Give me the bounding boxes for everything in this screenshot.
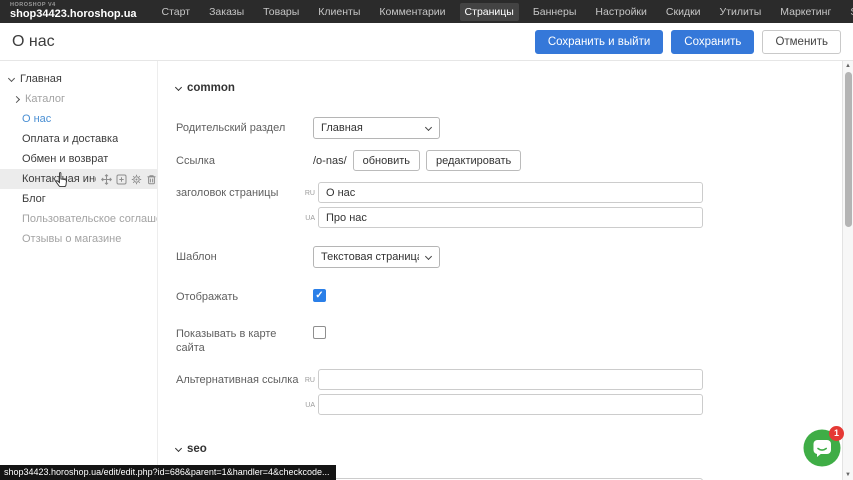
lang-ua-badge: UA <box>304 401 315 409</box>
sidebar-item-oplata[interactable]: Оплата и доставка <box>0 129 157 149</box>
link-refresh-button[interactable]: обновить <box>353 150 420 171</box>
field-page-title: заголовок страницы RU UA <box>176 182 842 232</box>
chevron-down-icon[interactable] <box>8 74 15 81</box>
field-alt-link: Альтернативная ссылка RU UA <box>176 369 842 419</box>
field-link: Ссылка /o-nas/ обновить редактировать <box>176 150 842 171</box>
topbar: HOROSHOP V4 shop34423.horoshop.ua Старт … <box>0 0 853 23</box>
pages-tree-sidebar: Главная Каталог О нас Оплата и доставка … <box>0 61 157 480</box>
menu-discounts[interactable]: Скидки <box>661 3 706 21</box>
chevron-down-icon <box>175 83 182 90</box>
field-template: Шаблон Текстовая страница <box>176 246 842 268</box>
sidebar-item-polzovatelskoe[interactable]: Пользовательское соглашение <box>0 209 157 229</box>
save-and-exit-button[interactable]: Сохранить и выйти <box>535 30 663 54</box>
app-logo[interactable]: HOROSHOP V4 shop34423.horoshop.ua <box>10 3 137 21</box>
menu-banners[interactable]: Баннеры <box>528 3 582 21</box>
sidebar-item-katalog[interactable]: Каталог <box>0 89 157 109</box>
scroll-down-arrow-icon[interactable]: ▼ <box>843 470 853 480</box>
menu-pages[interactable]: Страницы <box>460 3 519 21</box>
chevron-right-icon[interactable] <box>13 95 20 102</box>
sidebar-item-blog[interactable]: Блог <box>0 189 157 209</box>
section-seo-header[interactable]: seo <box>176 443 842 455</box>
menu-orders[interactable]: Заказы <box>204 3 249 21</box>
chat-widget-button[interactable]: 1 <box>803 429 841 467</box>
page-title: О нас <box>12 33 55 51</box>
chat-unread-badge: 1 <box>829 426 844 441</box>
move-icon[interactable] <box>101 174 112 185</box>
lang-ru-badge: RU <box>304 376 315 384</box>
lang-ua-badge: UA <box>304 214 315 222</box>
edit-form: common Родительский раздел Главная Ссылк… <box>157 61 842 480</box>
sidebar-item-kontaktnaya[interactable]: Контактная инфор <box>0 169 157 189</box>
menu-utilities[interactable]: Утилиты <box>715 3 767 21</box>
sitemap-checkbox[interactable] <box>313 326 326 339</box>
vertical-scrollbar[interactable]: ▲ ▼ <box>842 61 853 480</box>
link-edit-button[interactable]: редактировать <box>426 150 521 171</box>
menu-comments[interactable]: Комментарии <box>374 3 450 21</box>
page-title-ua-input[interactable] <box>318 207 703 228</box>
main-menu: Старт Заказы Товары Клиенты Комментарии … <box>157 3 853 21</box>
menu-clients[interactable]: Клиенты <box>313 3 365 21</box>
page-title-ru-input[interactable] <box>318 182 703 203</box>
menu-seo[interactable]: Seo <box>845 3 853 21</box>
template-select[interactable]: Текстовая страница <box>313 246 440 268</box>
sidebar-item-glavnaya[interactable]: Главная <box>0 69 157 89</box>
trash-icon[interactable] <box>146 174 157 185</box>
add-icon[interactable] <box>116 174 127 185</box>
link-value: /o-nas/ <box>313 155 347 167</box>
scrollbar-thumb[interactable] <box>845 72 852 227</box>
menu-settings[interactable]: Настройки <box>590 3 652 21</box>
gear-icon[interactable] <box>131 174 142 185</box>
scroll-up-arrow-icon[interactable]: ▲ <box>843 61 853 71</box>
chevron-down-icon <box>175 445 182 452</box>
alt-link-ru-input[interactable] <box>318 369 703 390</box>
lang-ru-badge: RU <box>304 189 315 197</box>
page-header: О нас Сохранить и выйти Сохранить Отмени… <box>0 23 853 61</box>
cancel-button[interactable]: Отменить <box>762 30 841 54</box>
field-sitemap: Показывать в карте сайта <box>176 323 842 356</box>
sidebar-item-o-nas[interactable]: О нас <box>0 109 157 129</box>
menu-start[interactable]: Старт <box>157 3 196 21</box>
menu-marketing[interactable]: Маркетинг <box>775 3 836 21</box>
save-button[interactable]: Сохранить <box>671 30 754 54</box>
menu-products[interactable]: Товары <box>258 3 304 21</box>
sidebar-item-obmen[interactable]: Обмен и возврат <box>0 149 157 169</box>
display-checkbox[interactable]: ✓ <box>313 289 326 302</box>
status-url-tooltip: shop34423.horoshop.ua/edit/edit.php?id=6… <box>0 465 336 480</box>
field-parent-section: Родительский раздел Главная <box>176 117 842 139</box>
section-common-header[interactable]: common <box>176 82 842 94</box>
field-display: Отображать ✓ <box>176 286 842 305</box>
sidebar-item-otzyvy[interactable]: Отзывы о магазине <box>0 229 157 249</box>
parent-section-select[interactable]: Главная <box>313 117 440 139</box>
alt-link-ua-input[interactable] <box>318 394 703 415</box>
logo-domain: shop34423.horoshop.ua <box>10 9 137 20</box>
